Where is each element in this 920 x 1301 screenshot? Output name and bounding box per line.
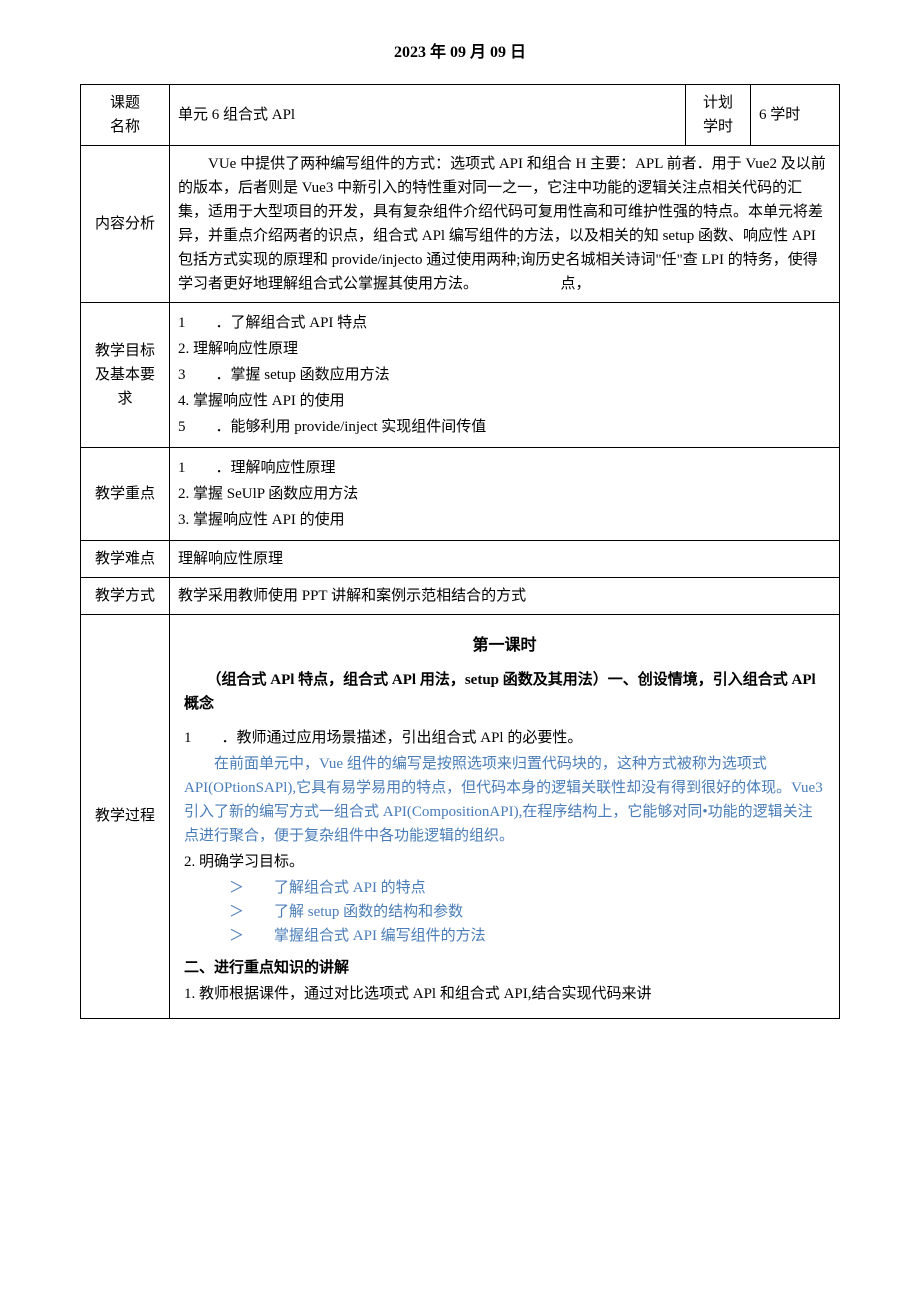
- bullet-3-text: 掌握组合式 API 编写组件的方法: [274, 928, 486, 944]
- chevron-right-icon: ＞: [229, 880, 274, 896]
- difficulty-label: 教学难点: [81, 540, 170, 577]
- bullet-1-text: 了解组合式 API 的特点: [274, 880, 426, 896]
- method-value: 教学采用教师使用 PPT 讲解和案例示范相结合的方式: [170, 577, 840, 614]
- content-analysis-label: 内容分析: [81, 145, 170, 302]
- lesson-title: 第一课时: [184, 633, 825, 659]
- focus-value: 1 ．理解响应性原理 2. 掌握 SeUlP 函数应用方法 3. 掌握响应性 A…: [170, 447, 840, 540]
- process-content: 第一课时 （组合式 APl 特点，组合式 APl 用法，setup 函数及其用法…: [170, 614, 840, 1019]
- bullet-1: ＞ 了解组合式 API 的特点: [184, 876, 825, 900]
- process-blue-paragraph: 在前面单元中，Vue 组件的编写是按照选项来归置代码块的，这种方式被称为选项式 …: [184, 752, 825, 848]
- process-item-2: 2. 明确学习目标。: [184, 850, 825, 874]
- bullet-2-text: 了解 setup 函数的结构和参数: [274, 904, 463, 920]
- goal-item-2: 2. 理解响应性原理: [178, 337, 831, 361]
- goal-item-1: 1 ．了解组合式 API 特点: [178, 311, 831, 335]
- chevron-right-icon: ＞: [229, 904, 274, 920]
- content-analysis-value: VUe 中提供了两种编写组件的方式：选项式 API 和组合 H 主要：APL 前…: [170, 145, 840, 302]
- focus-item-1: 1 ．理解响应性原理: [178, 456, 831, 480]
- process-item-3: 1. 教师根据课件，通过对比选项式 APl 和组合式 API,结合实现代码来讲: [184, 982, 825, 1006]
- plan-hours-value: 6 学时: [751, 84, 840, 145]
- goal-item-3: 3 ．掌握 setup 函数应用方法: [178, 363, 831, 387]
- bullet-2: ＞ 了解 setup 函数的结构和参数: [184, 900, 825, 924]
- chevron-right-icon: ＞: [229, 928, 274, 944]
- document-date: 2023 年 09 月 09 日: [80, 40, 840, 66]
- topic-value: 单元 6 组合式 APl: [170, 84, 686, 145]
- difficulty-value: 理解响应性原理: [170, 540, 840, 577]
- lesson-plan-table: 课题 名称 单元 6 组合式 APl 计划 学时 6 学时 内容分析 VUe 中…: [80, 84, 840, 1020]
- bullet-3: ＞ 掌握组合式 API 编写组件的方法: [184, 924, 825, 948]
- focus-label: 教学重点: [81, 447, 170, 540]
- goal-item-5: 5 ．能够利用 provide/inject 实现组件间传值: [178, 415, 831, 439]
- goals-value: 1 ．了解组合式 API 特点 2. 理解响应性原理 3 ．掌握 setup 函…: [170, 302, 840, 447]
- topic-label: 课题 名称: [81, 84, 170, 145]
- section-heading-2: 二、进行重点知识的讲解: [184, 956, 825, 980]
- focus-item-3: 3. 掌握响应性 API 的使用: [178, 508, 831, 532]
- focus-item-2: 2. 掌握 SeUlP 函数应用方法: [178, 482, 831, 506]
- goal-item-4: 4. 掌握响应性 API 的使用: [178, 389, 831, 413]
- goals-label: 教学目标及基本要求: [81, 302, 170, 447]
- method-label: 教学方式: [81, 577, 170, 614]
- process-label: 教学过程: [81, 614, 170, 1019]
- plan-hours-label: 计划 学时: [686, 84, 751, 145]
- lesson-subtitle: （组合式 APl 特点，组合式 APl 用法，setup 函数及其用法）一、创设…: [184, 668, 825, 716]
- process-item-1: 1 ．教师通过应用场景描述，引出组合式 APl 的必要性。: [184, 726, 825, 750]
